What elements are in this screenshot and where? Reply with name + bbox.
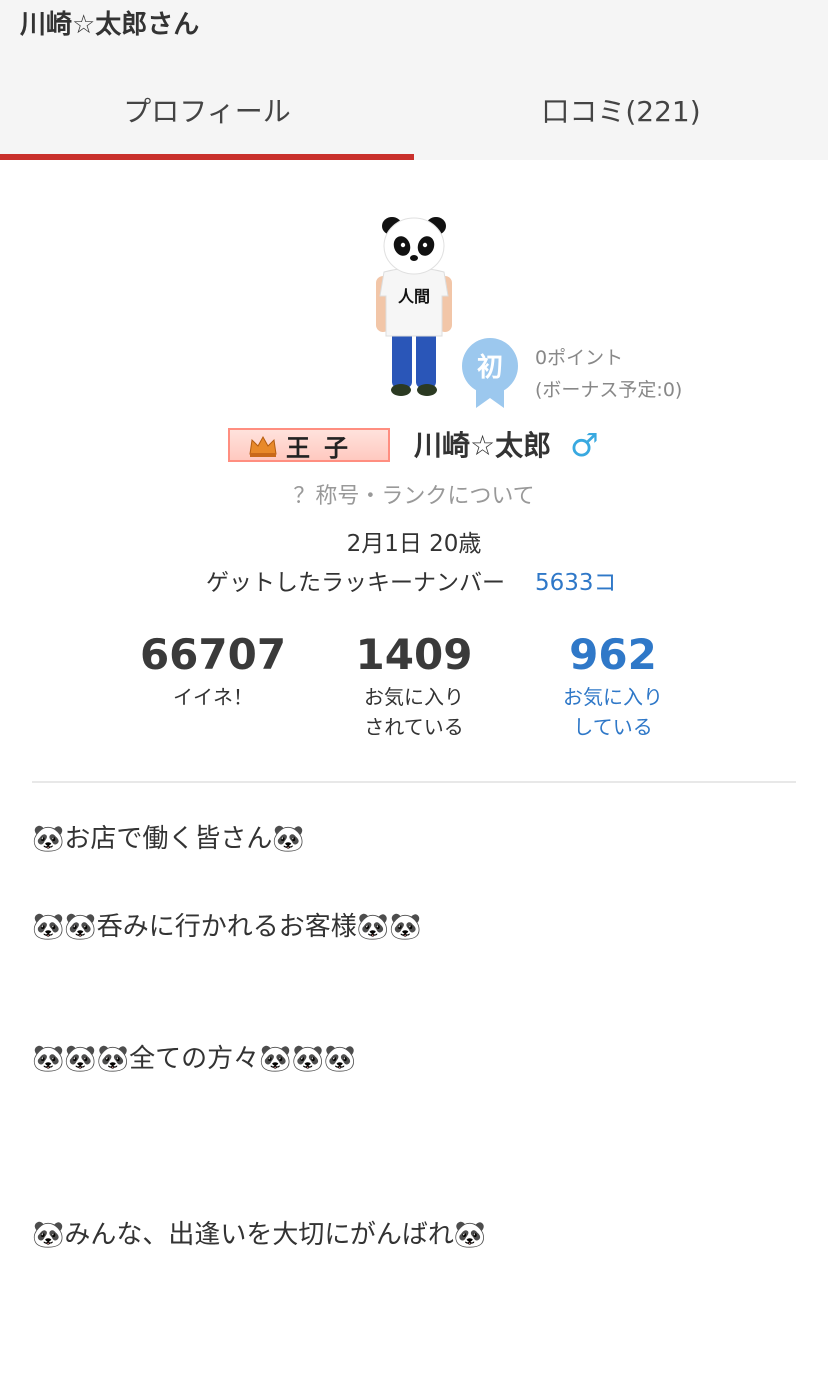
active-tab-indicator bbox=[0, 154, 414, 160]
stat-favorites-value[interactable]: 962 bbox=[513, 630, 713, 680]
tab-reviews[interactable]: 口コミ(221) bbox=[414, 60, 828, 160]
points-info: 0ポイント (ボーナス予定:0) bbox=[535, 342, 682, 406]
crown-icon bbox=[249, 435, 277, 457]
stat-favorited-by: 1409 お気に入り されている bbox=[314, 630, 514, 742]
bonus-value: (ボーナス予定:0) bbox=[535, 379, 683, 401]
stat-likes: 66707 イイネ！ bbox=[113, 630, 313, 712]
stat-likes-value: 66707 bbox=[139, 630, 287, 679]
bio-line: 🐼お店で働く皆さん🐼 bbox=[32, 824, 305, 854]
stat-likes-label: イイネ！ bbox=[173, 685, 253, 709]
divider bbox=[32, 781, 796, 783]
title-badge-label: 王子 bbox=[286, 433, 362, 462]
birthday-age: 2月1日 20歳 bbox=[346, 531, 482, 557]
avatar-shirt-text: 人間 bbox=[398, 287, 430, 306]
bio-line: 🐼みんな、出逢いを大切にがんばれ🐼 bbox=[32, 1220, 487, 1250]
rank-info-link[interactable]: ？称号・ランクについて bbox=[0, 478, 828, 510]
rank-badge-label: 初 bbox=[477, 353, 503, 383]
top-header: 川崎☆太郎さん プロフィール 口コミ(221) bbox=[0, 0, 828, 160]
stat-favorited-by-value: 1409 bbox=[355, 630, 473, 679]
rank-badge-icon: 初 bbox=[462, 338, 518, 408]
points-value: 0ポイント bbox=[535, 347, 624, 369]
page-title: 川崎☆太郎さん bbox=[20, 10, 200, 40]
stat-favorited-by-label: お気に入り されている bbox=[364, 685, 464, 739]
title-badge: 王子 bbox=[228, 428, 390, 462]
avatar-leg-right bbox=[416, 328, 436, 388]
lucky-number-label: ゲットしたラッキーナンバー bbox=[206, 570, 505, 596]
avatar[interactable]: 人間 bbox=[362, 208, 466, 404]
bio-line: 🐼🐼呑みに行かれるお客様🐼🐼 bbox=[32, 912, 422, 942]
stat-favorites[interactable]: 962 お気に入り している bbox=[513, 630, 713, 742]
bio-line: 🐼🐼🐼全ての方々🐼🐼🐼 bbox=[32, 1044, 357, 1074]
male-symbol-icon: ♂ bbox=[570, 426, 599, 464]
lucky-number-value[interactable]: 5633コ bbox=[535, 563, 617, 597]
stat-favorites-label[interactable]: お気に入り している bbox=[513, 682, 713, 742]
tab-profile[interactable]: プロフィール bbox=[0, 60, 414, 160]
username: 川崎☆太郎 bbox=[414, 429, 552, 462]
avatar-leg-left bbox=[392, 328, 412, 388]
